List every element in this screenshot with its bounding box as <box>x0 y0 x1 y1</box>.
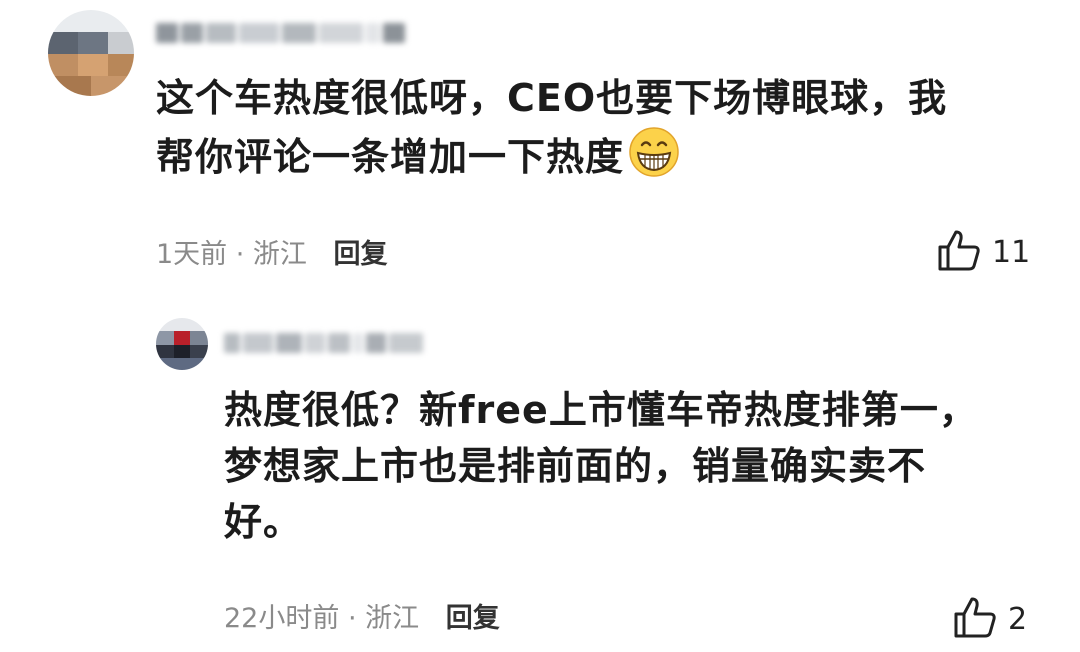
comment-text-line-content: 帮你评论一条增加一下热度 <box>156 135 625 179</box>
avatar-pixel <box>156 345 174 358</box>
avatar-pixel <box>190 345 208 358</box>
avatar[interactable] <box>48 10 134 96</box>
comment-time-location: 1天前 · 浙江 <box>156 239 307 270</box>
reply-text-line: 梦想家上市也是排前面的，销量确实卖不 <box>224 444 927 488</box>
avatar-pixel <box>174 331 190 345</box>
username-blurred[interactable] <box>156 22 426 48</box>
avatar-pixel <box>48 32 78 54</box>
avatar[interactable] <box>156 318 208 370</box>
avatar-pixel <box>156 358 208 370</box>
reply-text-line: 好。 <box>224 500 303 544</box>
comment-text-line: 这个车热度很低呀，CEO也要下场博眼球，我 <box>156 76 948 120</box>
avatar-pixel <box>78 32 108 54</box>
thumbs-up-icon <box>952 594 998 644</box>
username-blurred[interactable] <box>224 332 454 358</box>
avatar-pixel <box>156 318 208 331</box>
like-button[interactable]: 2 <box>952 594 1027 644</box>
reply-text: 热度很低？新free上市懂车帝热度排第一， 梦想家上市也是排前面的，销量确实卖不… <box>224 382 978 550</box>
avatar-pixel <box>174 345 190 358</box>
like-count: 11 <box>992 234 1031 270</box>
reply-time-location: 22小时前 · 浙江 <box>224 603 420 634</box>
avatar-pixel <box>156 331 174 345</box>
reply-button[interactable]: 回复 <box>334 239 388 270</box>
reply-button[interactable]: 回复 <box>446 603 500 634</box>
avatar-pixel <box>48 54 78 76</box>
reply-text-line: 热度很低？新free上市懂车帝热度排第一， <box>224 388 978 432</box>
reply-meta: 22小时前 · 浙江 回复 <box>224 596 500 635</box>
avatar-pixel <box>48 76 91 96</box>
thumbs-up-icon <box>936 227 982 277</box>
avatar-pixel <box>108 54 134 76</box>
comment-meta: 1天前 · 浙江 回复 <box>156 232 388 271</box>
avatar-pixel <box>48 10 134 32</box>
avatar-pixel <box>190 331 208 345</box>
grinning-face-emoji <box>628 126 680 193</box>
comment-text: 这个车热度很低呀，CEO也要下场博眼球，我 帮你评论一条增加一下热度 <box>156 70 947 193</box>
like-button[interactable]: 11 <box>936 227 1030 277</box>
avatar-pixel <box>91 76 134 96</box>
avatar-pixel <box>78 54 108 76</box>
like-count: 2 <box>1008 601 1028 637</box>
avatar-pixel <box>108 32 134 54</box>
comment-text-line: 帮你评论一条增加一下热度 <box>156 126 947 193</box>
